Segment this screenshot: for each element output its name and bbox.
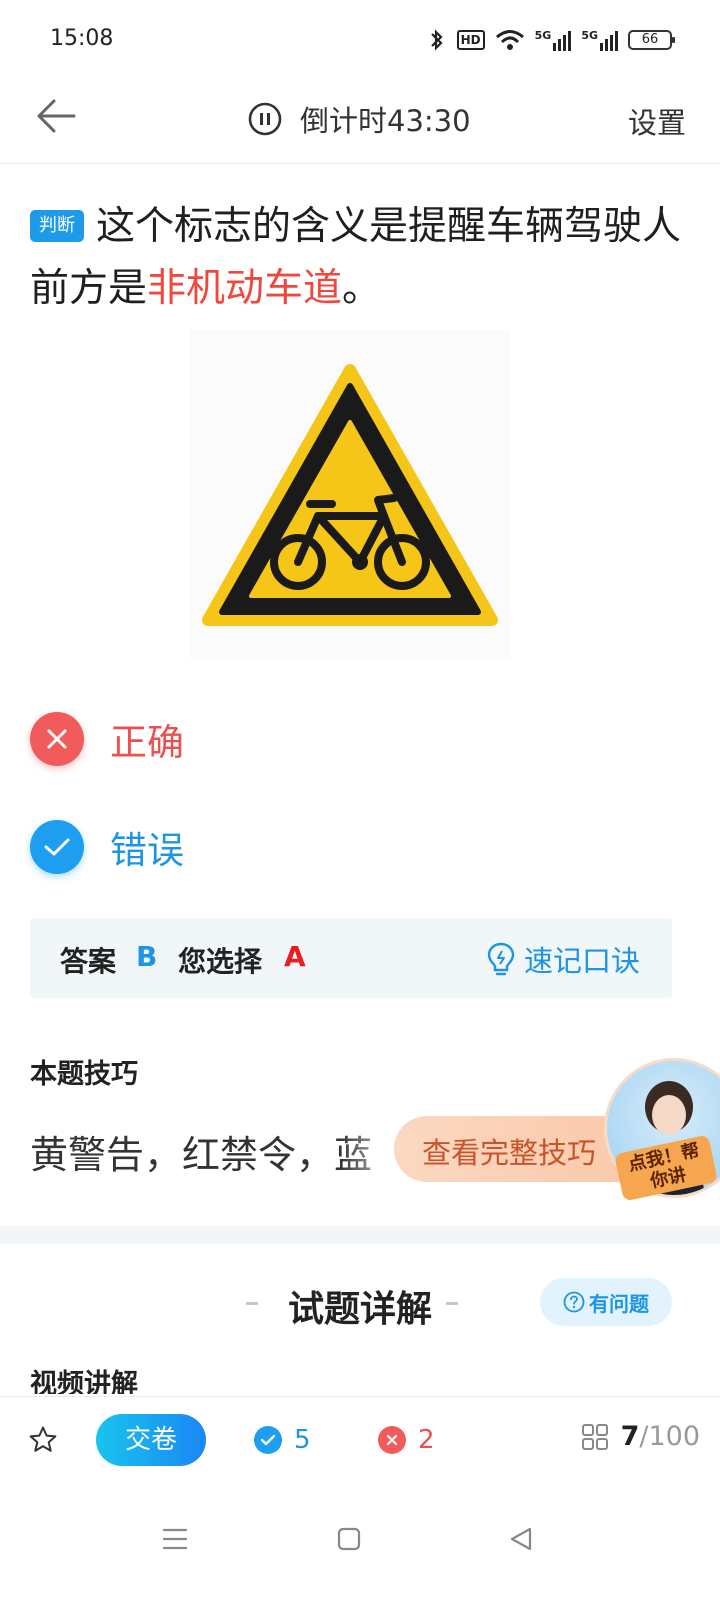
answer-value: B (136, 940, 158, 973)
option-correct[interactable]: 正确 (30, 712, 184, 766)
wrong-count-value: 2 (418, 1425, 435, 1455)
status-bar: 15:08 HD 5G 5G 66 (0, 0, 720, 80)
arrow-left-icon (37, 99, 76, 133)
answer-label: 答案 (60, 945, 117, 978)
question-type-badge: 判断 (30, 210, 84, 242)
nav-bar: 倒计时43:30 设置 (0, 80, 720, 164)
tips-text: 黄警告，红禁令，蓝 (30, 1133, 373, 1177)
wrong-count[interactable]: 2 (378, 1425, 435, 1455)
total-questions: /100 (639, 1421, 700, 1452)
bluetooth-icon (430, 29, 443, 51)
back-button[interactable] (34, 96, 86, 140)
wifi-icon (495, 30, 524, 50)
lightbulb-icon (487, 942, 515, 976)
signal-icon-2: 5G (581, 29, 618, 51)
option-label: 正确 (110, 721, 184, 764)
status-time: 15:08 (50, 26, 114, 51)
question-image (190, 330, 510, 660)
report-issue-button[interactable]: 有问题 (540, 1278, 672, 1326)
video-explanation-title: 视频讲解 (30, 1369, 138, 1394)
check-icon (30, 820, 84, 874)
selected-value: A (284, 940, 306, 973)
grid-icon (581, 1423, 608, 1450)
bicycle-warning-sign-icon (190, 330, 510, 660)
settings-button[interactable]: 设置 (628, 100, 686, 142)
submit-exam-button[interactable]: 交卷 (96, 1414, 206, 1466)
status-icons: HD 5G 5G 66 (427, 28, 675, 52)
selected-label: 您选择 (178, 945, 263, 978)
question-highlight: 非机动车道 (147, 266, 343, 311)
close-icon (378, 1426, 406, 1454)
star-icon (29, 1426, 57, 1452)
countdown-text: 倒计时43:30 (300, 104, 471, 138)
current-question-number: 7 (620, 1421, 640, 1452)
battery-icon: 66 (628, 30, 675, 50)
option-wrong[interactable]: 错误 (30, 820, 184, 874)
correct-count[interactable]: 5 (254, 1425, 311, 1455)
correct-count-value: 5 (294, 1425, 311, 1455)
menu-icon[interactable] (162, 1526, 188, 1552)
question-circle-icon (563, 1291, 585, 1313)
signal-icon-1: 5G (535, 29, 572, 51)
memo-button[interactable]: 速记口诀 (486, 938, 640, 980)
question-text: 判断 这个标志的含义是提醒车辆驾驶人前方是非机动车道。 (30, 196, 690, 320)
home-icon[interactable] (336, 1526, 362, 1552)
tips-title: 本题技巧 (30, 1059, 138, 1090)
pause-icon[interactable] (248, 102, 282, 136)
check-icon (254, 1426, 282, 1454)
section-title: 试题详解 (287, 1289, 432, 1330)
question-text-end: 。 (342, 266, 382, 311)
close-icon (30, 712, 84, 766)
memo-label: 速记口诀 (523, 944, 640, 978)
hd-voice-icon: HD (456, 30, 485, 50)
title-dash-right (446, 1302, 458, 1305)
option-label: 错误 (110, 829, 184, 872)
bottom-toolbar: 交卷 5 2 7/100 (0, 1396, 720, 1482)
timer[interactable]: 倒计时43:30 (248, 98, 471, 140)
question-progress[interactable]: 7/100 (581, 1421, 700, 1452)
favorite-button[interactable] (28, 1425, 58, 1459)
report-issue-label: 有问题 (589, 1291, 649, 1316)
answer-panel: 答案 B 您选择 A 速记口诀 (30, 918, 672, 998)
back-triangle-icon[interactable] (508, 1526, 534, 1552)
view-full-tips-label: 查看完整技巧 (422, 1136, 597, 1170)
section-divider (0, 1226, 720, 1244)
system-navigation-bar (0, 1482, 720, 1608)
